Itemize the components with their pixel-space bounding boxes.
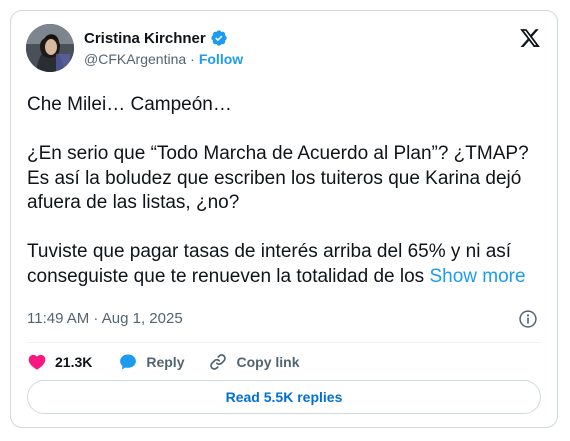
speech-bubble-icon xyxy=(118,352,138,372)
verified-badge-icon xyxy=(210,29,228,47)
info-icon[interactable] xyxy=(518,309,538,329)
tweet-paragraph-2: ¿En serio que “Todo Marcha de Acuerdo al… xyxy=(27,143,529,213)
separator-dot: · xyxy=(190,51,195,67)
like-count: 21.3K xyxy=(55,354,93,370)
reply-button[interactable]: Reply xyxy=(118,352,184,372)
show-more-link[interactable]: Show more xyxy=(429,266,525,287)
tweet-text: Che Milei… Campeón… ¿En serio que “Todo … xyxy=(27,93,547,289)
author-name-row: Cristina Kirchner xyxy=(84,29,228,47)
author-handle[interactable]: @CFKArgentina xyxy=(84,51,186,67)
author-display-name[interactable]: Cristina Kirchner xyxy=(84,30,206,47)
tweet-timestamp[interactable]: 11:49 AM · Aug 1, 2025 xyxy=(27,310,183,327)
like-button[interactable]: 21.3K xyxy=(27,352,92,372)
divider xyxy=(27,342,541,343)
read-replies-button[interactable]: Read 5.5K replies xyxy=(27,380,541,414)
follow-button[interactable]: Follow xyxy=(199,51,243,67)
tweet-paragraph-3: Tuviste que pagar tasas de interés arrib… xyxy=(27,240,547,289)
heart-icon xyxy=(27,352,47,372)
tweet-line-1: Che Milei… Campeón… xyxy=(27,94,232,115)
copy-link-label: Copy link xyxy=(236,354,300,370)
action-bar: 21.3K Reply Copy link xyxy=(27,350,300,374)
link-icon xyxy=(208,352,228,372)
copy-link-button[interactable]: Copy link xyxy=(208,352,300,372)
author-handle-row: @CFKArgentina · Follow xyxy=(84,51,243,67)
avatar[interactable] xyxy=(26,24,74,72)
tweet-card: Cristina Kirchner @CFKArgentina · Follow… xyxy=(10,10,558,428)
x-logo-icon[interactable] xyxy=(519,27,541,49)
reply-label: Reply xyxy=(146,354,185,370)
